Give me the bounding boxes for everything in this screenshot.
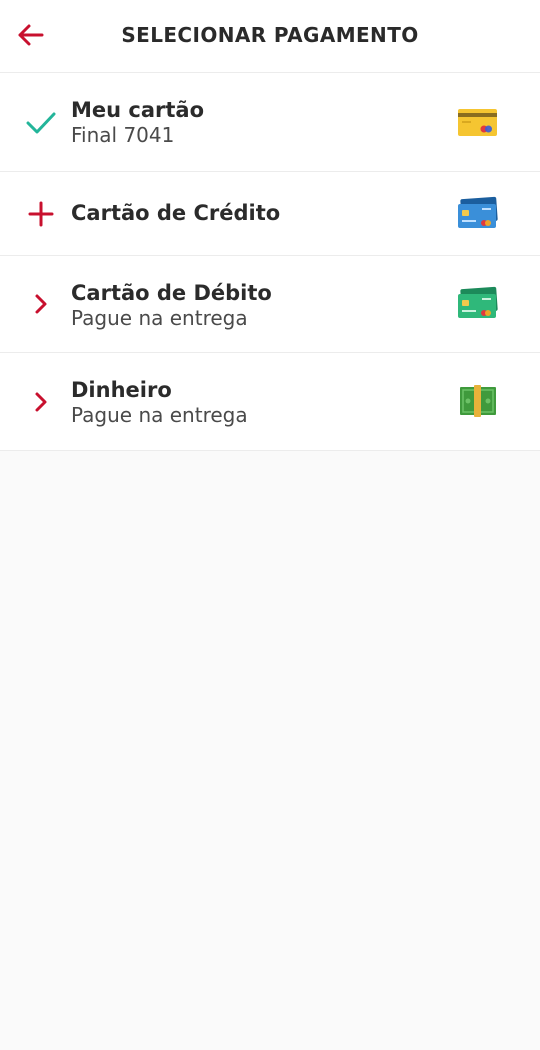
- option-texts: Dinheiro Pague na entrega: [71, 378, 248, 427]
- check-icon: [22, 104, 60, 142]
- blue-cards-icon: [456, 196, 500, 232]
- page-title: SELECIONAR PAGAMENTO: [121, 23, 419, 47]
- chevron-right-icon: [22, 383, 60, 421]
- option-title: Meu cartão: [71, 98, 205, 122]
- payment-option-cash[interactable]: Dinheiro Pague na entrega: [0, 353, 540, 451]
- payment-option-debit-card[interactable]: Cartão de Débito Pague na entrega: [0, 256, 540, 353]
- option-subtitle: Final 7041: [71, 123, 175, 147]
- option-subtitle: Pague na entrega: [71, 403, 248, 427]
- money-icon: [456, 384, 500, 420]
- green-cards-icon: [456, 286, 500, 322]
- option-texts: Meu cartão Final 7041: [71, 98, 204, 147]
- payment-option-my-card[interactable]: Meu cartão Final 7041: [0, 73, 540, 172]
- plus-icon: [22, 195, 60, 233]
- yellow-card-icon: [456, 105, 500, 141]
- option-title: Dinheiro: [71, 378, 172, 402]
- payment-option-credit-card[interactable]: Cartão de Crédito: [0, 172, 540, 256]
- option-title: Cartão de Débito: [71, 281, 272, 305]
- option-texts: Cartão de Débito Pague na entrega: [71, 281, 272, 330]
- payment-options-list: Meu cartão Final 7041 Cartão de Crédito …: [0, 73, 540, 451]
- payment-selection-screen: SELECIONAR PAGAMENTO Meu cartão Final 70…: [0, 0, 540, 1050]
- app-header: SELECIONAR PAGAMENTO: [0, 0, 540, 73]
- chevron-right-icon: [22, 285, 60, 323]
- option-title: Cartão de Crédito: [71, 201, 281, 225]
- option-subtitle: Pague na entrega: [71, 306, 248, 330]
- option-texts: Cartão de Crédito: [71, 201, 280, 226]
